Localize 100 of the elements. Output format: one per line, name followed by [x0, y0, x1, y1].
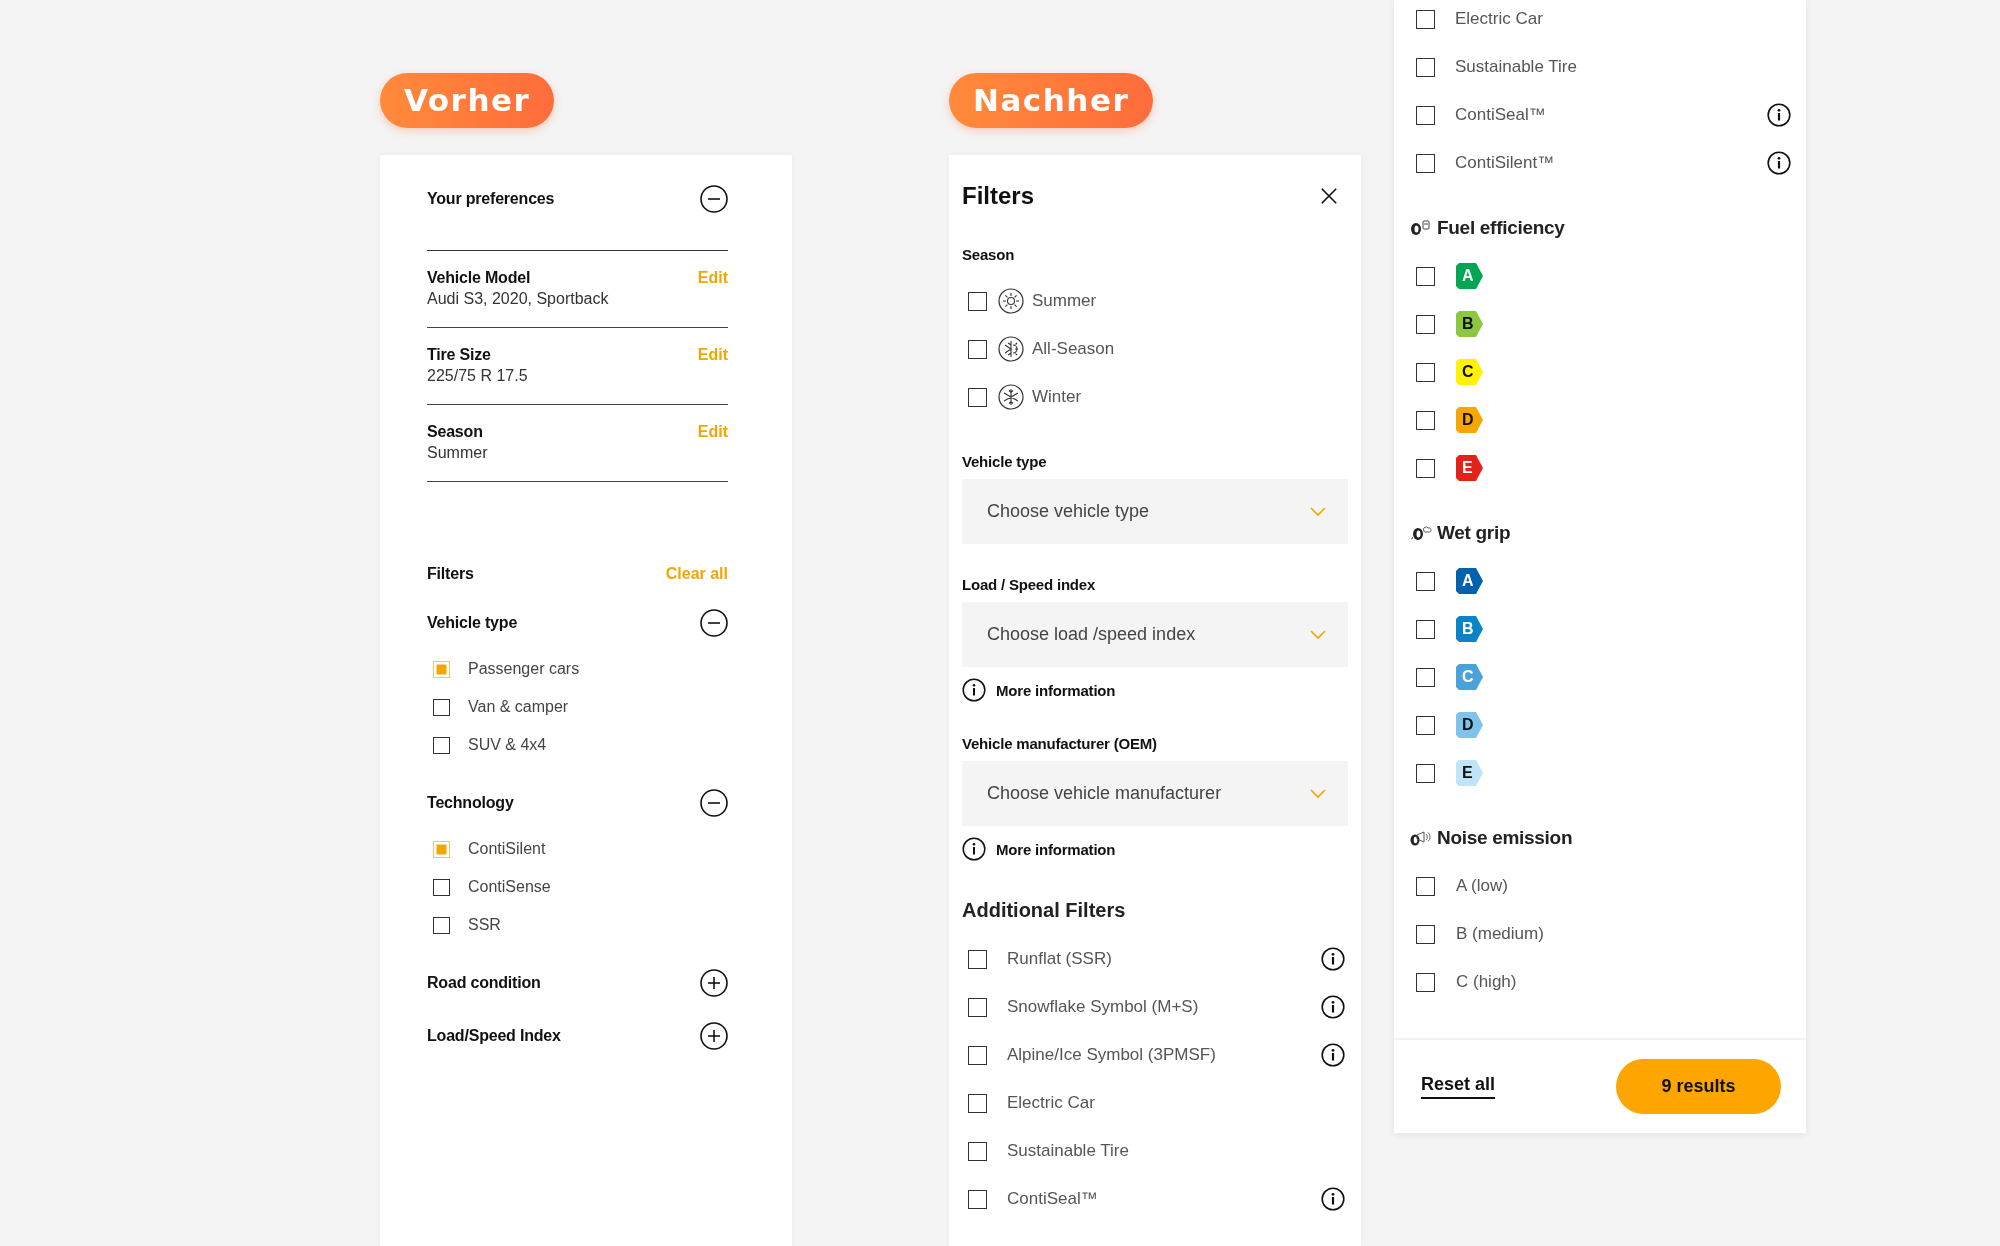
- checkbox[interactable]: [433, 878, 450, 896]
- info-icon[interactable]: [1321, 947, 1345, 971]
- field-label: Load / Speed index: [962, 576, 1096, 594]
- sun-snowflake-icon: [998, 336, 1024, 362]
- checkbox[interactable]: [1416, 362, 1435, 382]
- tire-speaker-icon: [1410, 830, 1432, 846]
- checkbox[interactable]: [433, 916, 450, 934]
- checkbox[interactable]: [1416, 619, 1435, 639]
- collapse-icon[interactable]: [700, 609, 728, 637]
- collapse-icon[interactable]: [700, 789, 728, 817]
- expand-icon[interactable]: [700, 1022, 728, 1050]
- option-label: SSR: [468, 916, 501, 934]
- field-label: Vehicle type: [962, 453, 1047, 471]
- preference-value: Summer: [427, 443, 488, 463]
- chevron-down-icon: [1310, 788, 1326, 799]
- chevron-down-icon: [1310, 629, 1326, 640]
- grade-label: C: [1456, 359, 1483, 385]
- grade-label: B: [1456, 616, 1483, 642]
- preference-value: 225/75 R 17.5: [427, 366, 528, 386]
- info-icon[interactable]: [1321, 1187, 1345, 1211]
- checkbox[interactable]: [1416, 458, 1435, 478]
- expand-icon[interactable]: [700, 969, 728, 997]
- dropdown[interactable]: Choose load /speed index: [962, 602, 1348, 667]
- option-label: ContiSilent: [468, 840, 546, 858]
- grade-label: E: [1456, 455, 1483, 481]
- checkbox[interactable]: [968, 291, 987, 311]
- more-information-link[interactable]: More information: [996, 840, 1116, 858]
- option-label: Sustainable Tire: [1007, 1141, 1130, 1161]
- group-title: Load/Speed Index: [427, 1026, 561, 1046]
- collapse-icon[interactable]: [700, 185, 728, 213]
- info-icon[interactable]: [962, 678, 986, 702]
- checkbox[interactable]: [1416, 763, 1435, 783]
- group-title: Technology: [427, 793, 514, 813]
- option-label: Alpine/Ice Symbol (3PMSF): [1007, 1045, 1217, 1065]
- grade-label: D: [1456, 407, 1483, 433]
- grade-label: A: [1456, 263, 1483, 289]
- preference-label: Season: [427, 422, 483, 442]
- option-label: ContiSeal™: [1007, 1189, 1099, 1209]
- checkbox[interactable]: [1416, 924, 1435, 944]
- checkbox[interactable]: [1416, 571, 1435, 591]
- dropdown[interactable]: Choose vehicle manufacturer: [962, 761, 1348, 826]
- dropdown[interactable]: Choose vehicle type: [962, 479, 1348, 544]
- checkbox[interactable]: [968, 1189, 987, 1209]
- close-icon[interactable]: [1320, 187, 1338, 205]
- option-label: B (medium): [1456, 924, 1544, 944]
- checkbox[interactable]: [1416, 715, 1435, 735]
- info-icon[interactable]: [1321, 995, 1345, 1019]
- section-title: Noise emission: [1437, 827, 1573, 849]
- option-label: Van & camper: [468, 698, 569, 716]
- checkbox[interactable]: [968, 949, 987, 969]
- section-label: Season: [962, 246, 1015, 264]
- group-title: Road condition: [427, 973, 541, 993]
- option-label: ContiSilent™: [1455, 153, 1556, 173]
- checkbox[interactable]: [968, 1045, 987, 1065]
- checkbox[interactable]: [968, 1141, 987, 1161]
- checkbox[interactable]: [1416, 57, 1435, 77]
- option-label: A (low): [1456, 876, 1508, 896]
- checkbox[interactable]: [968, 387, 987, 407]
- info-icon[interactable]: [1767, 151, 1791, 175]
- checkbox[interactable]: [433, 698, 450, 716]
- checkbox[interactable]: [1416, 876, 1435, 896]
- after-badge: Nachher: [949, 73, 1154, 128]
- grade-label: A: [1456, 568, 1483, 594]
- tire-fuel-pump-icon: [1410, 220, 1432, 236]
- checkbox[interactable]: [1416, 972, 1435, 992]
- chevron-down-icon: [1310, 506, 1326, 517]
- checkbox[interactable]: [1416, 266, 1435, 286]
- grade-label: D: [1456, 712, 1483, 738]
- checkbox[interactable]: [968, 997, 987, 1017]
- section-title: Fuel efficiency: [1437, 217, 1565, 239]
- option-label: ContiSeal™: [1455, 105, 1547, 125]
- checkbox[interactable]: [1416, 153, 1435, 173]
- option-label: SUV & 4x4: [468, 736, 547, 754]
- group-title: Vehicle type: [427, 613, 518, 633]
- option-label: All-Season: [1032, 339, 1115, 359]
- section-title: Additional Filters: [962, 898, 1126, 922]
- field-label: Vehicle manufacturer (OEM): [962, 735, 1157, 753]
- info-icon[interactable]: [1767, 103, 1791, 127]
- checkbox[interactable]: [968, 339, 987, 359]
- tire-rain-cloud-icon: [1410, 525, 1432, 541]
- section-title: Wet grip: [1437, 522, 1511, 544]
- panel-title: Filters: [962, 181, 1035, 211]
- more-information-link[interactable]: More information: [996, 681, 1116, 699]
- results-button[interactable]: 9 results: [1616, 1059, 1781, 1114]
- checkbox[interactable]: [433, 736, 450, 754]
- checkbox[interactable]: [1416, 314, 1435, 334]
- info-icon[interactable]: [1321, 1043, 1345, 1067]
- checkbox[interactable]: [1416, 9, 1435, 29]
- preference-label: Vehicle Model: [427, 268, 531, 288]
- sun-icon: [998, 288, 1024, 314]
- checkbox[interactable]: [1416, 667, 1435, 687]
- info-icon[interactable]: [962, 837, 986, 861]
- checkbox[interactable]: [968, 1093, 987, 1113]
- option-label: ContiSense: [468, 878, 551, 896]
- checkbox[interactable]: [1416, 410, 1435, 430]
- before-badge: Vorher: [380, 73, 555, 128]
- checkbox[interactable]: [1416, 105, 1435, 125]
- reset-all-link[interactable]: Reset all: [1421, 1074, 1496, 1099]
- preference-value: Audi S3, 2020, Sportback: [427, 289, 609, 309]
- option-label: Winter: [1032, 387, 1082, 407]
